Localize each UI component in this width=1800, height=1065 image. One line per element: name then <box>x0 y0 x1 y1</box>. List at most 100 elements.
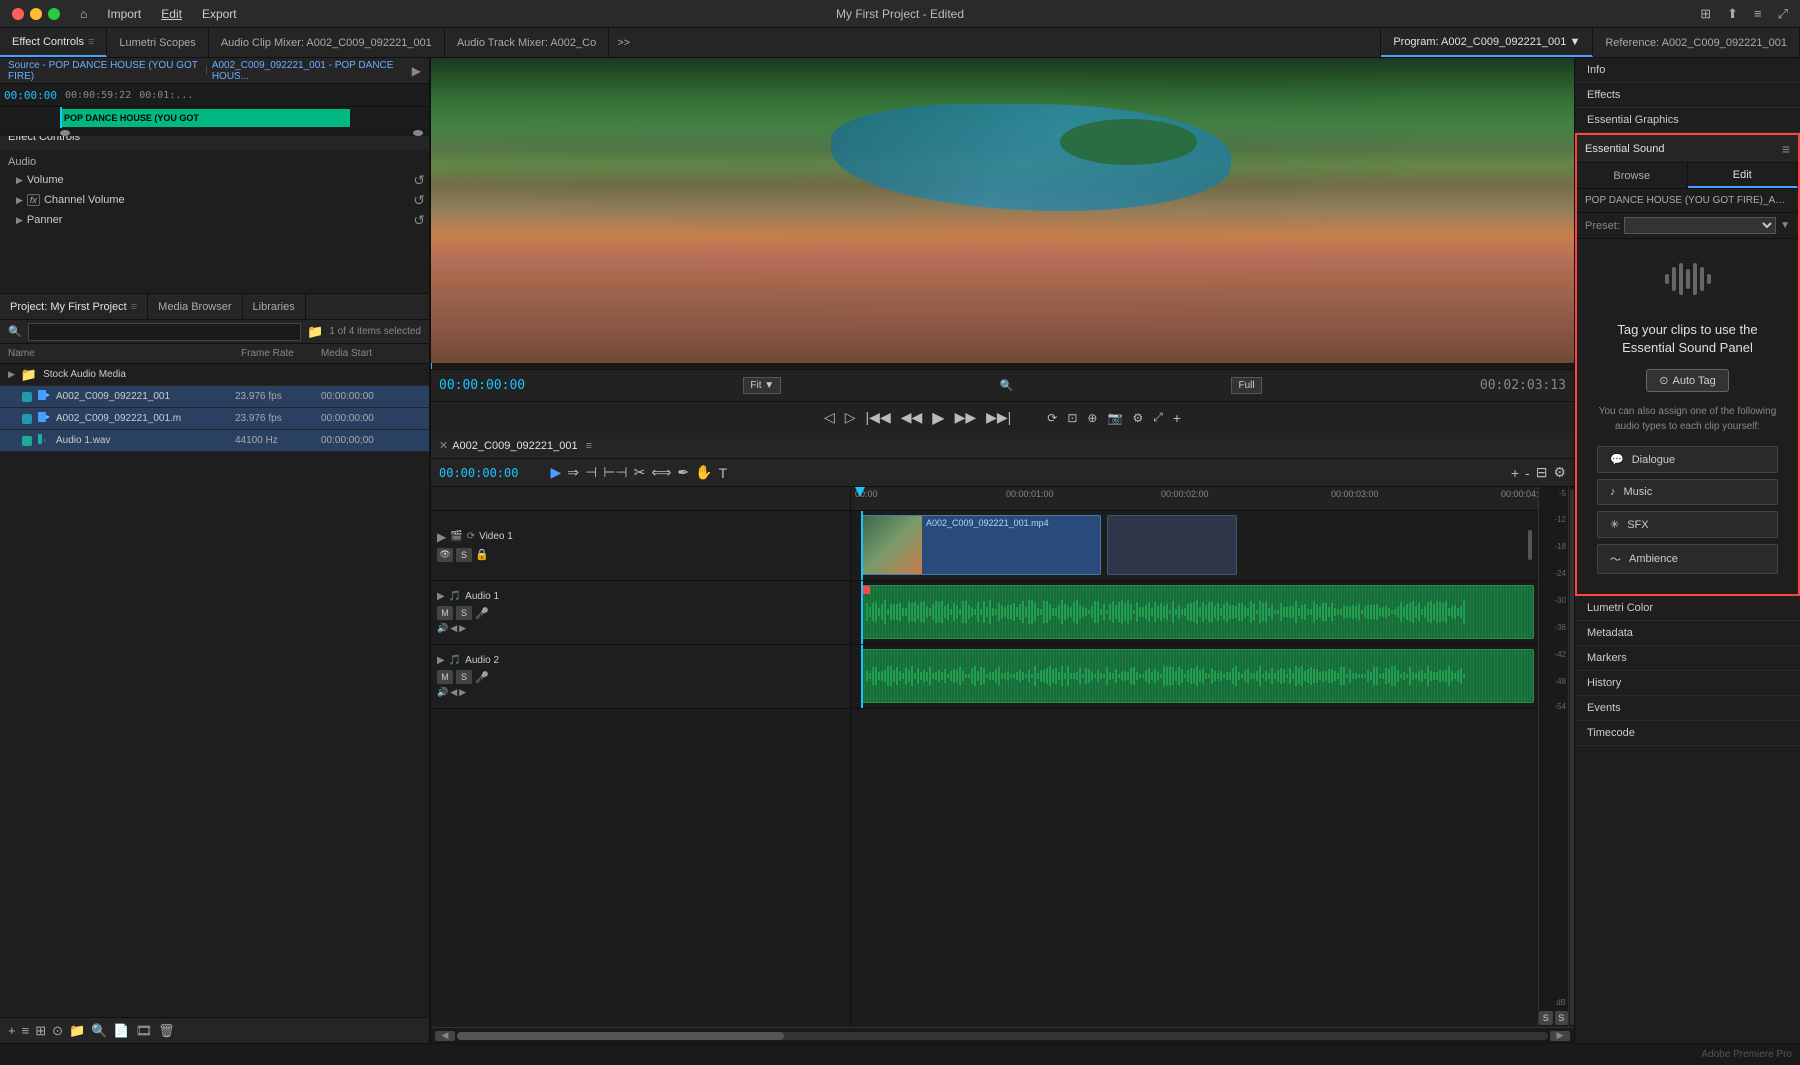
camera-button[interactable]: 📷 <box>1105 409 1124 427</box>
program-timecode[interactable]: 00:00:00:00 <box>439 378 525 393</box>
list-item[interactable]: ♪ Audio 1.wav 44100 Hz 00:00;00;00 <box>0 430 429 452</box>
new-bin-icon[interactable]: 📁 <box>69 1023 85 1039</box>
search-input[interactable] <box>28 323 301 341</box>
quality-dropdown[interactable]: Full <box>1231 377 1261 394</box>
v1-toggle[interactable]: ▶ <box>437 530 446 544</box>
s-button-1[interactable]: S <box>1539 1011 1553 1025</box>
close-sequence-icon[interactable]: ✕ <box>439 439 448 452</box>
step-back-button[interactable]: |◀◀ <box>864 407 893 428</box>
a2-prev-frame[interactable]: ◀ <box>450 687 457 698</box>
rolling-tool[interactable]: ⊢⊣ <box>603 464 627 481</box>
s-button-2[interactable]: S <box>1555 1011 1569 1025</box>
home-icon[interactable]: ⌂ <box>80 7 87 21</box>
ripple-tool[interactable]: ⊣ <box>585 464 597 481</box>
add-button[interactable]: + <box>1171 408 1183 428</box>
audio-clip-a2[interactable]: const bars2 = []; for(let i=0;i<200;i++)… <box>861 649 1534 703</box>
a1-next-frame[interactable]: ▶ <box>459 623 466 634</box>
tab-project[interactable]: Project: My First Project ≡ <box>0 294 148 319</box>
a2-mic-icon[interactable]: 🎤 <box>475 671 489 684</box>
search-tool-icon[interactable]: 🔍 <box>91 1023 107 1039</box>
a1-prev-frame[interactable]: ◀ <box>450 623 457 634</box>
a2-toggle[interactable]: ▶ <box>437 655 445 666</box>
selection-tool[interactable]: ▶ <box>550 464 561 481</box>
audio-clip-a1[interactable]: // Generate waveform bars inline const b… <box>861 585 1534 639</box>
settings-tl[interactable]: ⚙ <box>1553 464 1566 481</box>
slip-tool[interactable]: ⟺ <box>651 464 671 481</box>
tab-reference-monitor[interactable]: Reference: A002_C009_092221_001 <box>1593 28 1800 57</box>
text-tool[interactable]: T <box>719 465 728 481</box>
new-sequence-icon[interactable]: 🎞 <box>136 1023 153 1039</box>
auto-tag-button[interactable]: ⊙ Auto Tag <box>1646 369 1728 392</box>
es-preset-arrow[interactable]: ▼ <box>1780 220 1790 231</box>
panel-item-info[interactable]: Info <box>1575 58 1800 83</box>
panels-icon[interactable]: ⊞ <box>1700 6 1711 22</box>
expand-icon[interactable]: ⤢ <box>1778 6 1788 22</box>
ambience-button[interactable]: 〜 Ambience <box>1597 544 1778 574</box>
project-tab-close[interactable]: ≡ <box>131 301 137 313</box>
tab-media-browser[interactable]: Media Browser <box>148 294 242 319</box>
video-clip[interactable]: A002_C009_092221_001.mp4 <box>861 515 1101 575</box>
expand-triangle[interactable]: ▶ <box>8 369 15 380</box>
minimize-button[interactable] <box>30 8 42 20</box>
safe-margins-button[interactable]: ⊡ <box>1065 409 1079 427</box>
hand-tool[interactable]: ✋ <box>695 464 712 481</box>
music-button[interactable]: ♪ Music <box>1597 479 1778 505</box>
menu-import[interactable]: Import <box>107 7 141 21</box>
tab-audio-clip-mixer[interactable]: Audio Clip Mixer: A002_C009_092221_001 <box>209 28 445 57</box>
v1-solo[interactable]: S <box>456 548 472 562</box>
panner-reset[interactable]: ↺ <box>413 212 425 229</box>
a1-mute[interactable]: M <box>437 606 453 620</box>
panel-item-essential-graphics[interactable]: Essential Graphics <box>1575 108 1800 133</box>
share-icon[interactable]: ⬆ <box>1727 6 1738 22</box>
v1-sync-icon[interactable]: ⟳ <box>467 531 475 542</box>
step-forward-button[interactable]: ▶▶| <box>984 407 1013 428</box>
list-item[interactable]: A002_C009_092221_001 23.976 fps 00:00:00… <box>0 386 429 408</box>
mark-out-button[interactable]: ▷ <box>843 407 858 428</box>
tab-lumetri-scopes[interactable]: Lumetri Scopes <box>107 28 208 57</box>
fit-dropdown[interactable]: Fit ▼ <box>743 377 781 394</box>
panner-triangle[interactable]: ▶ <box>16 215 23 226</box>
fullscreen-monitor-button[interactable]: ⤢ <box>1151 408 1165 427</box>
razor-tool[interactable]: ✂ <box>634 464 646 481</box>
panel-item-history[interactable]: History <box>1575 671 1800 696</box>
panel-item-effects[interactable]: Effects <box>1575 83 1800 108</box>
es-menu-icon[interactable]: ≡ <box>1782 141 1790 157</box>
panel-item-events[interactable]: Events <box>1575 696 1800 721</box>
a2-next-frame[interactable]: ▶ <box>459 687 466 698</box>
play-button[interactable]: ▶ <box>930 406 946 430</box>
auto-match-icon[interactable]: ⊙ <box>52 1023 63 1039</box>
menu-export[interactable]: Export <box>202 7 237 21</box>
overlay-button[interactable]: ⊕ <box>1085 409 1099 427</box>
h-scrollbar[interactable]: ◀ ▶ <box>431 1027 1574 1043</box>
tab-audio-track-mixer[interactable]: Audio Track Mixer: A002_Co <box>445 28 609 57</box>
es-tab-browse[interactable]: Browse <box>1577 163 1688 188</box>
channel-volume-reset[interactable]: ↺ <box>413 192 425 209</box>
channel-volume-triangle[interactable]: ▶ <box>16 195 23 206</box>
source-nav-right[interactable]: ▶ <box>412 64 421 78</box>
v1-lock[interactable]: 🔒 <box>475 548 489 561</box>
a2-solo[interactable]: S <box>456 670 472 684</box>
tab-effect-controls[interactable]: Effect Controls ≡ <box>0 28 107 57</box>
new-item-icon[interactable]: 📄 <box>113 1023 129 1039</box>
tab-overflow[interactable]: >> <box>609 28 638 57</box>
panel-item-lumetri-color[interactable]: Lumetri Color <box>1575 596 1800 621</box>
sfx-button[interactable]: ✳ SFX <box>1597 511 1778 538</box>
scroll-right[interactable]: ▶ <box>1550 1031 1570 1041</box>
panel-item-markers[interactable]: Markers <box>1575 646 1800 671</box>
menu-edit[interactable]: Edit <box>161 7 182 21</box>
a2-sync-icon[interactable]: 🎵 <box>449 655 461 666</box>
scroll-thumb[interactable] <box>457 1032 784 1040</box>
close-button[interactable] <box>12 8 24 20</box>
folder-new-icon[interactable]: 📁 <box>307 324 323 340</box>
loop-button[interactable]: ⟳ <box>1045 409 1059 427</box>
next-frame-button[interactable]: ▶▶ <box>953 407 979 428</box>
a1-toggle[interactable]: ▶ <box>437 591 445 602</box>
es-preset-select[interactable] <box>1624 217 1776 234</box>
sequence-menu-icon[interactable]: ≡ <box>586 440 592 452</box>
settings-button[interactable]: ⚙ <box>1130 409 1145 427</box>
es-tab-edit[interactable]: Edit <box>1688 163 1799 188</box>
volume-reset[interactable]: ↺ <box>413 172 425 189</box>
pen-tool[interactable]: ✒ <box>677 464 689 481</box>
track-select-tool[interactable]: ⇒ <box>567 464 579 481</box>
fit-tl[interactable]: ⊟ <box>1536 464 1548 481</box>
